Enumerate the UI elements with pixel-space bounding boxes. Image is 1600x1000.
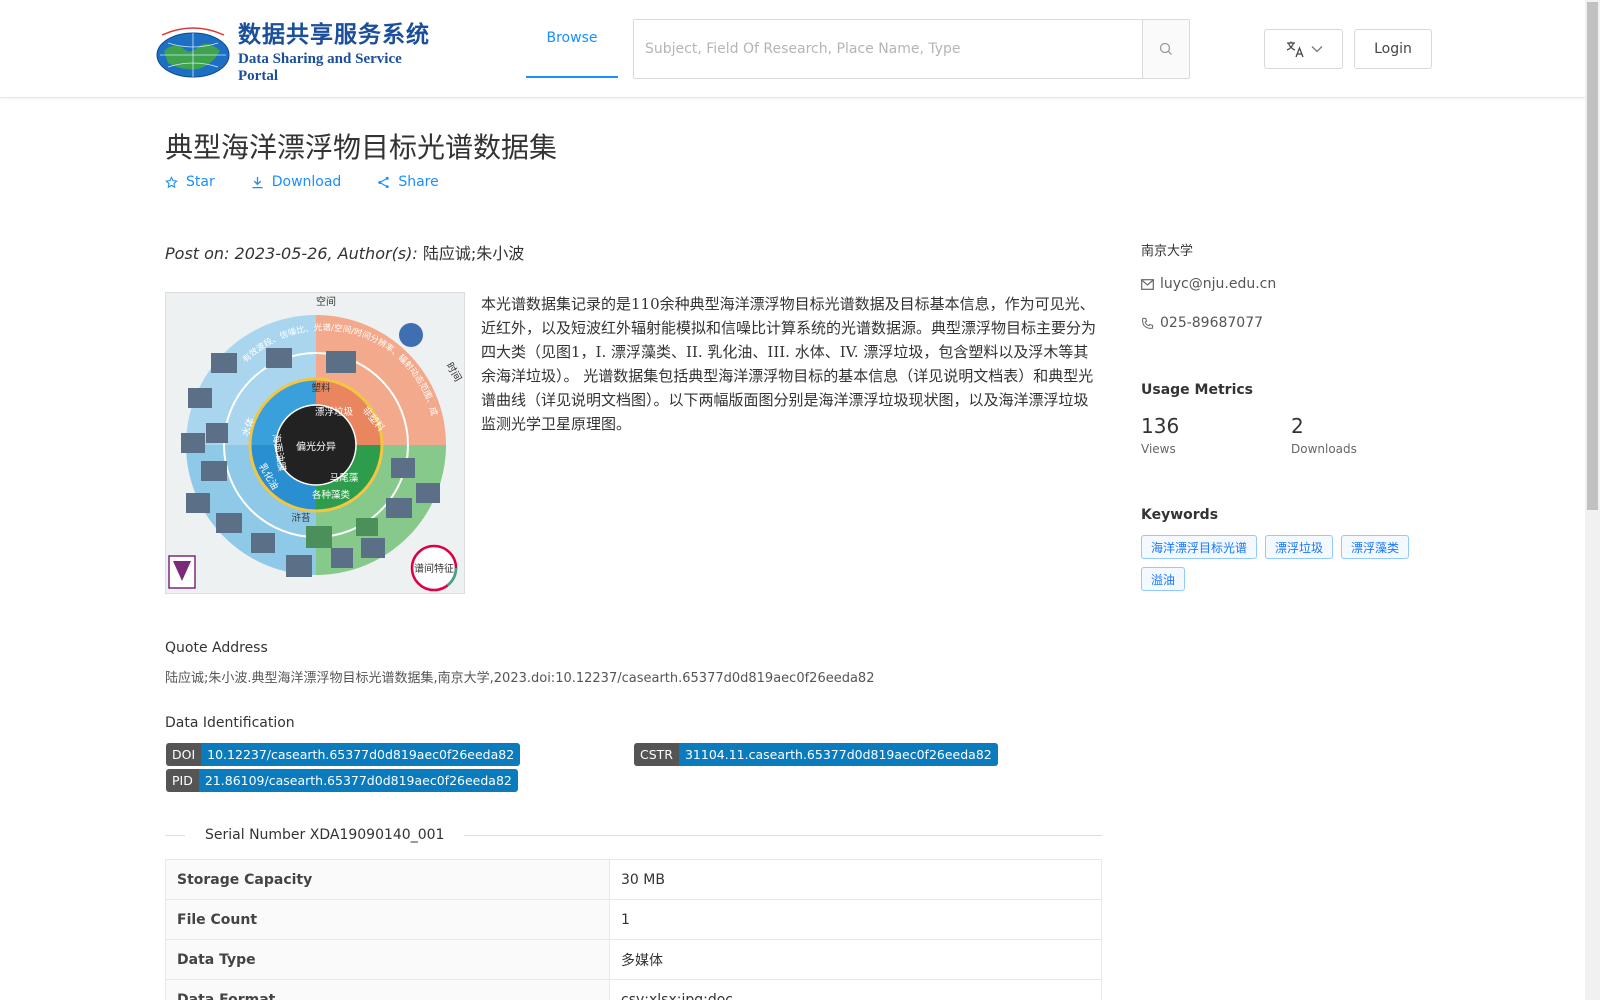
table-key: File Count <box>165 899 610 940</box>
dataset-title: 典型海洋漂浮物目标光谱数据集 <box>165 131 558 164</box>
table-row: Data Type 多媒体 <box>165 939 1102 980</box>
cstr-value: 31104.11.casearth.65377d0d819aec0f26eeda… <box>678 743 998 766</box>
posted-prefix: Post on: 2023-05-26, Author(s): <box>165 244 423 263</box>
mail-icon <box>1141 278 1154 290</box>
downloads-metric: 2 Downloads <box>1291 414 1357 456</box>
views-count: 136 <box>1141 414 1180 438</box>
logo-cn-text: 数据共享服务系统 <box>238 22 430 48</box>
phone-text: 025-89687077 <box>1160 315 1264 331</box>
table-key: Data Type <box>165 939 610 980</box>
page-scrollbar[interactable] <box>1585 0 1600 1000</box>
pid-key: PID <box>166 769 199 792</box>
globe-logo-icon <box>154 21 232 79</box>
table-key: Storage Capacity <box>165 859 610 900</box>
downloads-label: Downloads <box>1291 442 1357 456</box>
search-icon <box>1159 42 1172 55</box>
downloads-count: 2 <box>1291 414 1304 438</box>
authors: 陆应诚;朱小波 <box>422 244 525 263</box>
keyword-tag[interactable]: 漂浮藻类 <box>1341 535 1410 559</box>
share-button[interactable]: Share <box>377 174 439 190</box>
share-icon <box>378 176 390 188</box>
table-key: Data Format <box>165 979 610 1000</box>
email-text: luyc@nju.edu.cn <box>1160 276 1277 292</box>
dataset-thumbnail[interactable]: 空间 时间 偏光分异 有效波段、信噪比、光谱/空间/时间分辨率、辐射动态范围、成… <box>165 292 465 594</box>
dataset-description: 本光谱数据集记录的是110余种典型海洋漂浮物目标光谱数据及目标基本信息，作为可见… <box>481 295 1097 433</box>
dataset-info-table: Storage Capacity 30 MB File Count 1 Data… <box>165 859 1102 1000</box>
data-identification-label: Data Identification <box>165 715 295 731</box>
download-button[interactable]: Download <box>251 174 342 190</box>
cstr-badge[interactable]: CSTR 31104.11.casearth.65377d0d819aec0f2… <box>634 743 998 766</box>
quote-address-label: Quote Address <box>165 640 268 656</box>
table-value: csv;xlsx;jpg;doc <box>609 979 1102 1000</box>
keyword-tag[interactable]: 溢油 <box>1141 567 1186 591</box>
figure-label-spectrum: 谱间特征 <box>414 562 454 575</box>
search-button[interactable] <box>1142 20 1189 78</box>
doi-value: 10.12237/casearth.65377d0d819aec0f26eeda… <box>201 743 521 766</box>
star-button[interactable]: Star <box>165 174 215 190</box>
table-value: 1 <box>609 899 1102 940</box>
figure-label-center: 偏光分异 <box>296 440 336 453</box>
views-metric: 136 Views <box>1141 414 1179 456</box>
ring-label: 漂浮垃圾 <box>315 406 354 418</box>
serial-number-divider: Serial Number XDA19090140_001 <box>165 822 1102 848</box>
table-row: Data Format csv;xlsx;jpg;doc <box>165 979 1102 1000</box>
nav-browse-tab[interactable]: Browse <box>526 0 618 78</box>
usage-metrics-title: Usage Metrics <box>1141 382 1253 398</box>
top-navbar: 数据共享服务系统 Data Sharing and Service Portal… <box>0 0 1585 98</box>
star-label: Star <box>186 174 215 190</box>
portal-logo[interactable]: 数据共享服务系统 Data Sharing and Service Portal <box>154 20 439 84</box>
logo-en-text: Data Sharing and Service Portal <box>238 51 402 84</box>
quote-address: 陆应诚;朱小波.典型海洋漂浮物目标光谱数据集,南京大学,2023.doi:10.… <box>165 671 875 686</box>
doi-badge[interactable]: DOI 10.12237/casearth.65377d0d819aec0f26… <box>166 743 521 766</box>
chevron-down-icon <box>1311 46 1322 53</box>
ring-label: 塑料 <box>311 382 331 394</box>
ring-label: 浒苔 <box>291 512 310 524</box>
search-box <box>633 19 1190 79</box>
download-icon <box>252 176 263 188</box>
star-icon <box>165 175 178 188</box>
table-row: File Count 1 <box>165 899 1102 940</box>
posted-info: Post on: 2023-05-26, Author(s): 陆应诚;朱小波 <box>165 240 524 264</box>
keyword-tag[interactable]: 漂浮垃圾 <box>1265 535 1334 559</box>
login-button[interactable]: Login <box>1354 29 1432 69</box>
table-value: 多媒体 <box>609 939 1102 980</box>
views-label: Views <box>1141 442 1176 456</box>
cstr-key: CSTR <box>634 743 679 766</box>
scrollbar-thumb[interactable] <box>1587 2 1598 510</box>
translate-icon <box>1286 41 1304 58</box>
contact-phone: 025-89687077 <box>1141 315 1263 331</box>
share-label: Share <box>398 174 439 190</box>
phone-icon <box>1142 317 1154 329</box>
doi-key: DOI <box>166 743 202 766</box>
table-row: Storage Capacity 30 MB <box>165 859 1102 900</box>
pid-value: 21.86109/casearth.65377d0d819aec0f26eeda… <box>198 769 518 792</box>
keywords-title: Keywords <box>1141 507 1219 523</box>
ring-label: 马尾藻 <box>330 472 359 484</box>
contact-email[interactable]: luyc@nju.edu.cn <box>1141 276 1276 292</box>
download-label: Download <box>271 174 342 190</box>
language-switch-button[interactable] <box>1264 29 1343 69</box>
figure-label-space: 空间 <box>316 295 336 308</box>
search-input[interactable] <box>634 20 1142 78</box>
ring-label: 各种藻类 <box>312 489 351 501</box>
keyword-tag[interactable]: 海洋漂浮目标光谱 <box>1141 535 1258 559</box>
table-value: 30 MB <box>609 859 1102 900</box>
serial-number: Serial Number XDA19090140_001 <box>205 827 445 843</box>
dataset-actions: Star Download Share <box>165 174 439 190</box>
organization-name: 南京大学 <box>1141 244 1194 259</box>
pid-badge[interactable]: PID 21.86109/casearth.65377d0d819aec0f26… <box>166 769 518 792</box>
